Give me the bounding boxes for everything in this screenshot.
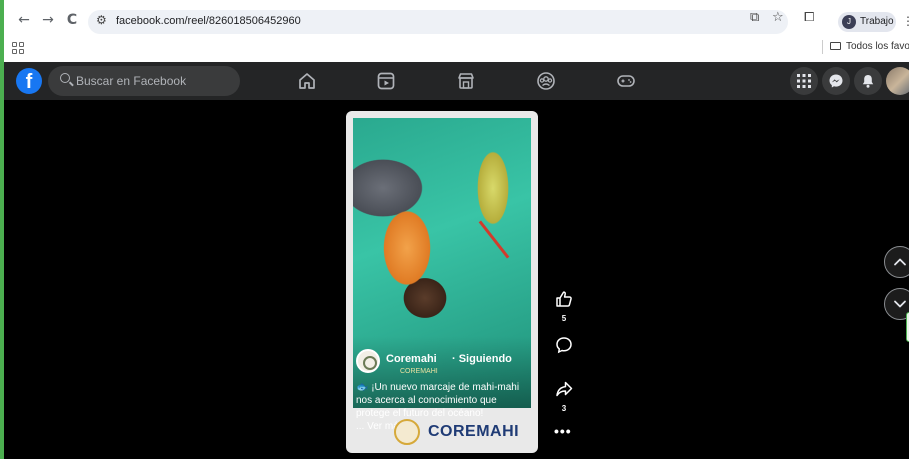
browser-menu-icon[interactable]: ⋮ (902, 14, 909, 28)
url-text[interactable]: facebook.com/reel/826018506452960 (116, 15, 301, 27)
gaming-icon[interactable] (615, 70, 637, 92)
marketplace-icon[interactable] (455, 70, 477, 92)
video-icon[interactable] (375, 70, 397, 92)
all-bookmarks-folder[interactable]: Todos los favoritos (830, 41, 909, 52)
facebook-search[interactable]: Buscar en Facebook (48, 66, 240, 96)
profile-button[interactable]: J Trabajo (838, 12, 896, 32)
all-bookmarks-label: Todos los favoritos (846, 41, 909, 52)
author-name[interactable]: Coremahi (386, 353, 437, 365)
author-sub-label: COREMAHI (400, 368, 438, 375)
reel-author: Coremahi · Siguiendo COREMAHI (356, 349, 532, 375)
install-app-icon[interactable]: ⧉ (750, 10, 759, 25)
follow-status[interactable]: · Siguiendo (452, 353, 512, 365)
bookmarks-divider (822, 40, 823, 54)
address-bar[interactable]: ⚙ facebook.com/reel/826018506452960 (88, 10, 788, 34)
reload-icon[interactable]: C (62, 10, 82, 30)
author-avatar[interactable] (356, 349, 380, 373)
like-count: 5 (561, 314, 567, 323)
search-placeholder[interactable]: Buscar en Facebook (76, 74, 186, 88)
facebook-header: f Buscar en Facebook (0, 62, 909, 100)
video-rope-detail (478, 220, 510, 259)
site-info-icon[interactable]: ⚙ (96, 13, 107, 27)
bell-icon (862, 75, 874, 88)
share-count: 3 (561, 404, 567, 413)
messenger-button[interactable] (822, 67, 850, 95)
profile-name: Trabajo (860, 16, 894, 27)
share-icon (556, 381, 573, 397)
bookmarks-bar: Todos los favoritos (4, 38, 909, 58)
watermark-text: COREMAHI (428, 423, 520, 440)
chevron-down-icon (894, 300, 906, 308)
thumbs-up-icon (556, 291, 572, 307)
reel-card[interactable]: Coremahi · Siguiendo COREMAHI 🐟 ¡Un nuev… (346, 111, 538, 453)
notifications-button[interactable] (854, 67, 882, 95)
account-avatar[interactable] (886, 67, 909, 95)
groups-icon[interactable] (535, 70, 557, 92)
previous-reel-button[interactable] (884, 246, 909, 278)
menu-grid-icon (797, 74, 811, 88)
reel-caption: 🐟 ¡Un nuevo marcaje de mahi-mahi nos ace… (356, 382, 520, 419)
comment-button[interactable] (552, 336, 576, 359)
profile-avatar: J (842, 15, 856, 29)
coremahi-watermark: COREMAHI (394, 417, 524, 447)
menu-grid-button[interactable] (790, 67, 818, 95)
comment-icon (556, 337, 572, 354)
facebook-logo-icon[interactable]: f (16, 68, 42, 94)
like-button[interactable]: 5 (552, 290, 576, 323)
folder-icon (830, 42, 841, 50)
bookmark-star-icon[interactable]: ☆ (772, 10, 784, 25)
apps-icon[interactable] (12, 42, 24, 54)
home-icon[interactable] (296, 70, 318, 92)
more-options-icon[interactable]: ••• (554, 423, 572, 439)
coremahi-seal-icon (394, 419, 420, 445)
forward-icon[interactable]: → (38, 10, 58, 30)
browser-toolbar: ← → C ⚙ facebook.com/reel/82601850645296… (4, 6, 909, 36)
share-button[interactable]: 3 (552, 380, 576, 413)
browser-chrome: ← → C ⚙ facebook.com/reel/82601850645296… (0, 0, 909, 62)
messenger-icon (829, 74, 843, 88)
extensions-icon[interactable]: ⧠ (804, 10, 814, 25)
back-icon[interactable]: ← (14, 10, 34, 30)
search-icon (60, 73, 70, 83)
reel-stage: Coremahi · Siguiendo COREMAHI 🐟 ¡Un nuev… (0, 100, 909, 459)
chevron-up-icon (894, 258, 906, 266)
